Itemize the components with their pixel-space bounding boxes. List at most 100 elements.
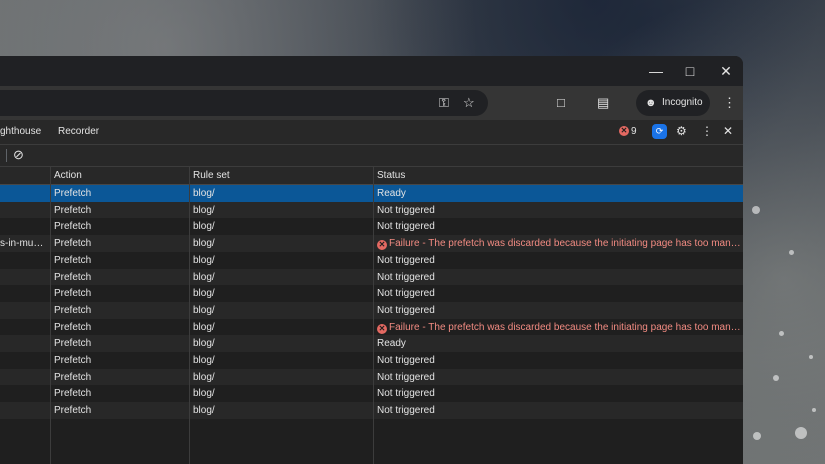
status-cell: Ready	[377, 185, 741, 202]
close-icon[interactable]: ✕	[715, 62, 737, 80]
table-row[interactable]: Prefetch blog/Ready	[0, 335, 743, 353]
action-cell: Prefetch	[54, 238, 92, 250]
table-row[interactable]: Prefetch blog/Not triggered	[0, 268, 743, 286]
bokeh-dot	[809, 355, 813, 359]
browser-toolbar: ⚿ ☆ □ ▤ ☻ Incognito ⋮	[0, 86, 743, 120]
rule-set-cell: blog/	[193, 388, 215, 400]
url-cell	[0, 218, 50, 235]
action-cell: Prefetch	[54, 405, 92, 417]
table-row[interactable]: Prefetch blog/ ✕ Failure - The prefetch was…	[0, 318, 743, 336]
table-row[interactable]: Prefetch blog/Not triggered	[0, 285, 743, 303]
bokeh-dot	[773, 375, 779, 381]
incognito-label: Incognito	[662, 97, 703, 108]
status-text: Failure - The prefetch was discarded bec…	[389, 238, 741, 250]
rule-set-cell: blog/	[193, 204, 215, 216]
close-devtools-icon[interactable]: ✕	[723, 124, 733, 138]
status-cell: Not triggered	[377, 385, 741, 402]
status-cell: Not triggered	[377, 302, 741, 319]
action-cell: Prefetch	[54, 254, 92, 266]
status-text: Not triggered	[377, 288, 435, 300]
column-header-status[interactable]: Status	[377, 167, 741, 184]
status-cell: Not triggered	[377, 218, 741, 235]
error-icon: ✕	[619, 126, 629, 136]
status-cell: Not triggered	[377, 252, 741, 269]
block-icon[interactable]: ⊘	[13, 147, 24, 163]
rule-set-cell: blog/	[193, 355, 215, 366]
table-row[interactable]: Prefetch blog/Not triggered	[0, 368, 743, 386]
table-row[interactable]: Prefetch blog/Not triggered	[0, 402, 743, 420]
status-cell: Not triggered	[377, 352, 741, 369]
rule-set-cell: blog/	[193, 254, 215, 266]
table-row[interactable]: s-in-mu… Prefetch blog/ ✕ Failure - The pref…	[0, 235, 743, 253]
url-cell	[0, 335, 50, 352]
settings-gear-icon[interactable]: ⚙	[676, 124, 687, 138]
status-cell: ✕ Failure - The prefetch was discarded be…	[377, 235, 741, 252]
browser-window: — □ ✕ ⚿ ☆ □ ▤ ☻ Incognito ⋮ ghthouse Rec…	[0, 56, 743, 464]
key-icon[interactable]: ⚿	[439, 95, 449, 111]
tab-lighthouse[interactable]: ghthouse	[0, 126, 41, 137]
bokeh-dot	[795, 427, 807, 439]
error-count[interactable]: 9	[631, 126, 637, 137]
url-cell	[0, 285, 50, 302]
incognito-icon: ☻	[645, 97, 657, 109]
url-cell	[0, 202, 50, 219]
rule-set-cell: blog/	[193, 188, 215, 199]
url-cell	[0, 185, 50, 202]
status-cell: Ready	[377, 335, 741, 352]
rule-set-cell: blog/	[193, 288, 215, 300]
bokeh-dot	[752, 206, 760, 214]
action-cell: Prefetch	[54, 204, 92, 216]
url-cell	[0, 302, 50, 319]
table-row[interactable]: Prefetch blog/Not triggered	[0, 201, 743, 219]
action-cell: Prefetch	[54, 221, 92, 233]
rule-set-cell: blog/	[193, 338, 215, 350]
more-vert-icon[interactable]: ⋮	[723, 95, 736, 111]
status-cell: Not triggered	[377, 285, 741, 302]
speculations-table: Action Rule set Status Prefetch blog/Read…	[0, 167, 743, 464]
ai-assistant-icon[interactable]: ⟳	[652, 124, 667, 139]
status-text: Not triggered	[377, 221, 435, 233]
status-text: Not triggered	[377, 271, 435, 283]
incognito-indicator[interactable]: ☻ Incognito	[636, 90, 710, 116]
devtools-tab-bar: ghthouse Recorder ✕ 9 ⟳ ⚙ ⋮ ✕	[0, 120, 743, 145]
status-cell: ✕ Failure - The prefetch was discarded be…	[377, 319, 741, 336]
maximize-icon[interactable]: □	[679, 62, 701, 80]
status-text: Ready	[377, 338, 406, 350]
column-header-rule-set[interactable]: Rule set	[193, 167, 371, 184]
column-header-action[interactable]: Action	[54, 167, 188, 184]
table-row[interactable]: Prefetch blog/Not triggered	[0, 301, 743, 319]
action-cell: Prefetch	[54, 271, 92, 283]
status-cell: Not triggered	[377, 402, 741, 419]
status-text: Failure - The prefetch was discarded bec…	[389, 321, 741, 333]
action-cell: Prefetch	[54, 321, 92, 333]
tab-recorder[interactable]: Recorder	[58, 126, 99, 137]
rule-set-cell: blog/	[193, 321, 215, 333]
rule-set-cell: blog/	[193, 238, 215, 250]
url-cell	[0, 402, 50, 419]
url-cell	[0, 385, 50, 402]
table-row[interactable]: Prefetch blog/Not triggered	[0, 385, 743, 403]
bokeh-dot	[789, 250, 794, 255]
minimize-icon[interactable]: —	[645, 62, 667, 80]
tab-search-icon[interactable]: ▤	[597, 95, 609, 111]
toolbar-divider	[6, 149, 7, 162]
action-cell: Prefetch	[54, 188, 92, 199]
puzzle-icon[interactable]: □	[557, 95, 565, 111]
table-row[interactable]: Prefetch blog/Ready	[0, 185, 743, 202]
rule-set-cell: blog/	[193, 271, 215, 283]
status-text: Not triggered	[377, 371, 435, 383]
more-vert-icon[interactable]: ⋮	[701, 124, 713, 138]
status-text: Not triggered	[377, 388, 435, 400]
address-bar[interactable]: ⚿ ☆	[0, 90, 488, 116]
rule-set-cell: blog/	[193, 221, 215, 233]
status-text: Not triggered	[377, 304, 435, 316]
status-text: Not triggered	[377, 355, 435, 366]
bokeh-dot	[753, 432, 761, 440]
action-cell: Prefetch	[54, 288, 92, 300]
table-row[interactable]: Prefetch blog/Not triggered	[0, 352, 743, 369]
status-cell: Not triggered	[377, 202, 741, 219]
star-icon[interactable]: ☆	[463, 95, 475, 111]
table-row[interactable]: Prefetch blog/Not triggered	[0, 218, 743, 236]
url-cell	[0, 319, 50, 336]
table-row[interactable]: Prefetch blog/Not triggered	[0, 251, 743, 269]
